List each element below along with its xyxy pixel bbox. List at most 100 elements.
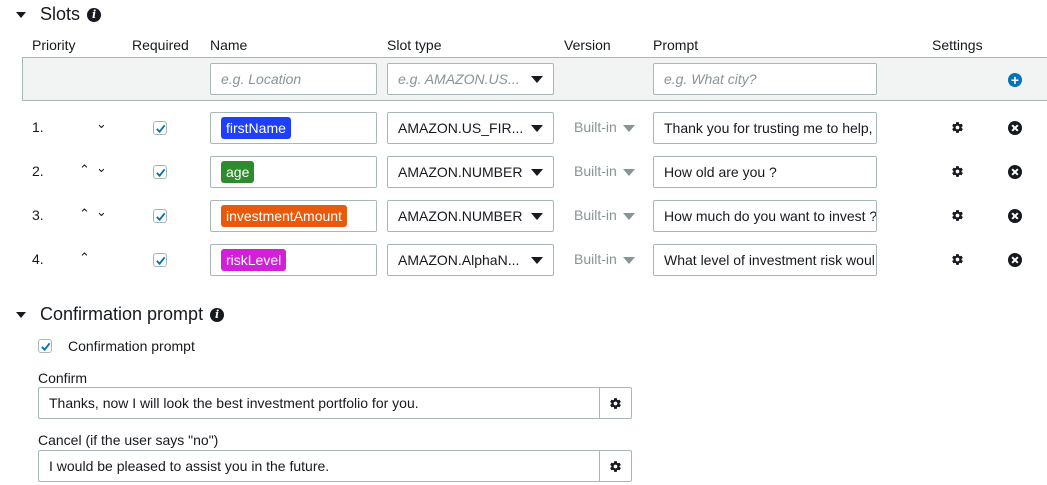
- move-up-icon[interactable]: ⌃: [79, 206, 90, 222]
- gear-icon[interactable]: [951, 121, 964, 134]
- slot-prompt-value: What level of investment risk woul: [664, 252, 875, 268]
- slot-prompt-input[interactable]: Thank you for trusting me to help,: [653, 112, 877, 144]
- slot-name-chip: firstName: [221, 117, 291, 139]
- slot-type-select[interactable]: AMAZON.US_FIR...: [387, 112, 554, 144]
- info-icon[interactable]: i: [210, 307, 225, 322]
- confirmation-checkbox[interactable]: [38, 339, 52, 353]
- new-slot-name-input[interactable]: e.g. Location: [210, 63, 377, 95]
- check-icon: [155, 124, 165, 133]
- cancel-label: Cancel (if the user says "no"): [38, 432, 219, 448]
- confirmation-title: Confirmation prompt: [40, 304, 204, 324]
- move-down-icon[interactable]: ⌄: [96, 204, 107, 220]
- col-required: Required: [132, 37, 189, 53]
- dropdown-arrow-icon: [622, 212, 635, 220]
- new-slot-prompt-placeholder: e.g. What city?: [664, 71, 757, 87]
- check-icon: [155, 168, 165, 177]
- slot-name-chip: age: [221, 161, 255, 183]
- remove-slot-icon[interactable]: [1008, 209, 1022, 223]
- dropdown-arrow-icon: [531, 213, 543, 220]
- slot-required-checkbox[interactable]: [153, 121, 167, 135]
- remove-slot-icon[interactable]: [1008, 121, 1022, 135]
- move-up-icon[interactable]: ⌃: [79, 250, 90, 266]
- col-settings: Settings: [932, 37, 983, 53]
- add-slot-icon[interactable]: +: [1008, 73, 1022, 87]
- slot-name-input[interactable]: investmentAmount: [210, 200, 377, 232]
- slot-name-input[interactable]: firstName: [210, 112, 377, 144]
- cancel-input[interactable]: I would be pleased to assist you in the …: [38, 450, 599, 482]
- slot-name-chip: investmentAmount: [221, 205, 347, 227]
- slot-required-checkbox[interactable]: [153, 165, 167, 179]
- move-down-icon[interactable]: ⌄: [96, 160, 107, 176]
- slot-prompt-input[interactable]: How much do you want to invest ?: [653, 200, 877, 232]
- collapse-caret-icon[interactable]: [16, 11, 26, 18]
- confirmation-checkbox-label: Confirmation prompt: [68, 338, 195, 354]
- slot-type-value: AMAZON.NUMBER: [398, 164, 523, 180]
- dropdown-arrow-icon: [531, 76, 543, 83]
- gear-icon[interactable]: [951, 253, 964, 266]
- dropdown-arrow-icon: [622, 256, 635, 264]
- dropdown-arrow-icon: [531, 257, 543, 264]
- new-slot-name-placeholder: e.g. Location: [221, 71, 302, 87]
- new-slot-type-placeholder: e.g. AMAZON.US...: [398, 71, 520, 87]
- check-icon: [155, 212, 165, 221]
- slots-section-header[interactable]: Slots i: [16, 4, 102, 25]
- col-priority: Priority: [32, 37, 76, 53]
- slot-version-value: Built-in: [574, 207, 617, 223]
- confirm-label: Confirm: [38, 370, 88, 386]
- remove-slot-icon[interactable]: [1008, 165, 1022, 179]
- slot-prompt-input[interactable]: How old are you ?: [653, 156, 877, 188]
- check-icon: [155, 256, 165, 265]
- slot-version-value: Built-in: [574, 119, 617, 135]
- slot-type-value: AMAZON.NUMBER: [398, 208, 523, 224]
- slot-prompt-value: How much do you want to invest ?: [664, 208, 877, 224]
- slot-prompt-value: Thank you for trusting me to help,: [664, 120, 873, 136]
- slot-version-value: Built-in: [574, 163, 617, 179]
- col-name: Name: [210, 37, 248, 53]
- dropdown-arrow-icon: [622, 124, 635, 132]
- slots-title: Slots: [40, 4, 81, 24]
- slot-name-input[interactable]: age: [210, 156, 377, 188]
- slot-priority: 1.: [32, 119, 44, 135]
- slot-name-chip: riskLevel: [221, 249, 287, 271]
- col-prompt: Prompt: [653, 37, 699, 53]
- slot-required-checkbox[interactable]: [153, 253, 167, 267]
- confirm-input[interactable]: Thanks, now I will look the best investm…: [38, 387, 599, 419]
- slot-priority: 3.: [32, 207, 44, 223]
- slot-name-input[interactable]: riskLevel: [210, 244, 377, 276]
- slot-type-select[interactable]: AMAZON.AlphaN...: [387, 244, 554, 276]
- move-down-icon[interactable]: ⌄: [96, 116, 107, 132]
- slot-type-select[interactable]: AMAZON.NUMBER: [387, 156, 554, 188]
- slot-prompt-value: How old are you ?: [664, 164, 777, 180]
- slot-type-value: AMAZON.AlphaN...: [398, 252, 520, 268]
- check-icon: [40, 342, 50, 351]
- move-up-icon[interactable]: ⌃: [79, 162, 90, 178]
- slot-prompt-input[interactable]: What level of investment risk woul: [653, 244, 877, 276]
- new-slot-type-select[interactable]: e.g. AMAZON.US...: [387, 63, 554, 95]
- col-version: Version: [564, 37, 611, 53]
- slot-required-checkbox[interactable]: [153, 209, 167, 223]
- slot-priority: 4.: [32, 251, 44, 267]
- remove-slot-icon[interactable]: [1008, 253, 1022, 267]
- slot-version-select[interactable]: Built-in: [574, 207, 635, 223]
- gear-icon: [609, 397, 622, 410]
- gear-icon[interactable]: [951, 209, 964, 222]
- confirm-settings-button[interactable]: [599, 387, 632, 419]
- col-slot-type: Slot type: [387, 37, 442, 53]
- slot-type-value: AMAZON.US_FIR...: [398, 120, 524, 136]
- new-slot-prompt-input[interactable]: e.g. What city?: [653, 63, 877, 95]
- slot-version-select[interactable]: Built-in: [574, 163, 635, 179]
- cancel-settings-button[interactable]: [599, 450, 632, 482]
- gear-icon[interactable]: [951, 165, 964, 178]
- gear-icon: [609, 460, 622, 473]
- slot-type-select[interactable]: AMAZON.NUMBER: [387, 200, 554, 232]
- slot-version-select[interactable]: Built-in: [574, 119, 635, 135]
- dropdown-arrow-icon: [531, 125, 543, 132]
- slot-version-value: Built-in: [574, 251, 617, 267]
- dropdown-arrow-icon: [531, 169, 543, 176]
- slot-version-select[interactable]: Built-in: [574, 251, 635, 267]
- confirmation-section-header[interactable]: Confirmation prompt i: [16, 304, 225, 325]
- info-icon[interactable]: i: [87, 7, 102, 22]
- slot-priority: 2.: [32, 163, 44, 179]
- collapse-caret-icon[interactable]: [16, 311, 26, 318]
- dropdown-arrow-icon: [622, 168, 635, 176]
